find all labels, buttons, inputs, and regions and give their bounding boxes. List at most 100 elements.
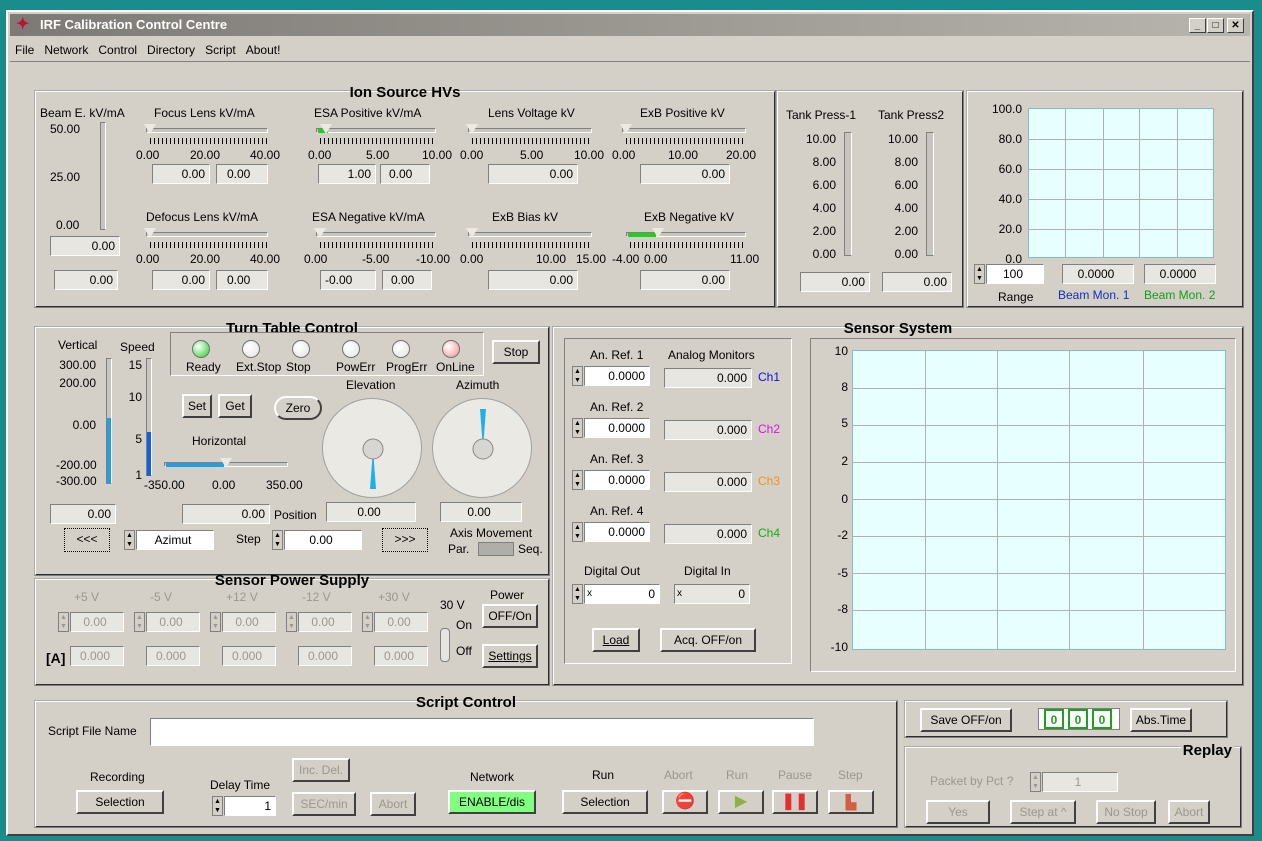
v30-toggle[interactable] [440,628,450,662]
vertical-value[interactable]: 0.00 [50,504,116,524]
exb-neg-value[interactable]: 0.00 [640,270,730,290]
ref-input[interactable]: 0.0000 [584,418,650,438]
exb-bias-value[interactable]: 0.00 [488,270,578,290]
abs-time-button[interactable]: Abs.Time [1130,708,1192,732]
lens-thumb[interactable] [466,124,478,134]
focus-slider[interactable] [146,128,268,133]
ref-input[interactable]: 0.0000 [584,522,650,542]
ref-spinner[interactable]: ▲ ▼ [572,470,583,490]
power-spinner[interactable]: ▲ ▼ [210,612,221,632]
ref-spinner[interactable]: ▲ ▼ [572,418,583,438]
esa-neg-value[interactable]: -0.00 [320,270,376,290]
ref-spinner[interactable]: ▲ ▼ [572,522,583,542]
range-input[interactable]: 100 [986,264,1044,284]
packet-spinner[interactable]: ▲ ▼ [1030,772,1041,792]
replay-abort-button[interactable]: Abort [1168,800,1210,824]
power-value[interactable]: 0.00 [222,612,276,632]
exb-pos-slider[interactable] [622,128,746,133]
run-selection-button[interactable]: Selection [562,790,648,814]
focus-value[interactable]: 0.00 [152,164,210,184]
menu-control[interactable]: Control [93,38,142,62]
close-button[interactable]: ✕ [1227,18,1244,33]
esa-neg-thumb[interactable] [314,228,326,238]
beam-value[interactable]: 0.00 [50,236,120,256]
beam-value2: 0.00 [54,270,118,290]
recording-selection-button[interactable]: Selection [76,790,164,814]
exb-pos-thumb[interactable] [620,124,632,134]
set-button[interactable]: Set [182,394,212,418]
power-spinner[interactable]: ▲ ▼ [362,612,373,632]
exb-bias-slider[interactable] [468,232,592,237]
get-button[interactable]: Get [218,394,252,418]
menu-directory[interactable]: Directory [142,38,200,62]
horizontal-thumb[interactable] [220,458,232,468]
power-value[interactable]: 0.00 [298,612,352,632]
defocus-value[interactable]: 0.00 [152,270,210,290]
power-button[interactable]: OFF/On [482,604,538,628]
replay-no-stop-button[interactable]: No Stop [1096,800,1156,824]
menu-network[interactable]: Network [39,38,93,62]
exb-neg-thumb[interactable] [652,228,664,238]
power-value[interactable]: 0.00 [146,612,200,632]
power-value[interactable]: 0.00 [374,612,428,632]
next-button[interactable]: >>> [382,528,428,552]
packet-input[interactable]: 1 [1042,772,1118,792]
lens-slider[interactable] [468,128,592,133]
elevation-dial[interactable] [322,398,422,498]
settings-button[interactable]: Settings [482,644,538,668]
step-spinner[interactable]: ▲ ▼ [272,530,283,550]
esa-pos-thumb[interactable] [320,124,332,134]
load-button[interactable]: Load [592,628,640,652]
acq-button[interactable]: Acq. OFF/on [660,628,756,652]
ref-spinner[interactable]: ▲ ▼ [572,366,583,386]
inc-del-button[interactable]: Inc. Del. [292,758,350,782]
power-spinner[interactable]: ▲ ▼ [286,612,297,632]
digital-out-input[interactable]: x0 [584,584,660,604]
replay-step-at-button[interactable]: Step at ^ [1010,800,1076,824]
step-input[interactable]: 0.00 [284,530,362,550]
minimize-button[interactable]: _ [1189,18,1206,33]
maximize-button[interactable]: □ [1207,18,1224,33]
power-value[interactable]: 0.00 [70,612,124,632]
step-icon-button[interactable]: ▙ [828,790,874,814]
script-file-input[interactable] [150,718,814,746]
sec-min-button[interactable]: SEC/min [292,792,356,816]
esa-pos-value[interactable]: 1.00 [318,164,376,184]
delay-spinner[interactable]: ▲ ▼ [212,796,223,816]
exb-bias-thumb[interactable] [466,228,478,238]
axis-movement-toggle[interactable] [478,542,514,556]
stop-button[interactable]: Stop [492,340,540,364]
focus-thumb[interactable] [144,124,156,134]
azimuth-dial[interactable] [432,398,532,498]
esa-neg-slider[interactable] [316,232,436,237]
power-spinner[interactable]: ▲ ▼ [58,612,69,632]
horizontal-value[interactable]: 0.00 [182,504,270,524]
defocus-slider[interactable] [146,232,268,237]
menu-file[interactable]: File [10,38,39,62]
range-spinner[interactable]: ▲ ▼ [974,264,985,284]
prev-button[interactable]: <<< [64,528,110,552]
lens-value[interactable]: 0.00 [488,164,578,184]
pause-icon-button[interactable]: ❚❚ [772,790,818,814]
defocus-thumb[interactable] [144,228,156,238]
beam-slider[interactable] [100,122,106,230]
digital-out-spinner[interactable]: ▲ ▼ [572,584,583,604]
script-abort-button[interactable]: Abort [370,792,416,816]
ref-input[interactable]: 0.0000 [584,366,650,386]
vertical-tick: 0.00 [72,418,96,432]
exb-pos-value[interactable]: 0.00 [640,164,730,184]
axis-select[interactable]: Azimut [136,530,214,550]
axis-spinner[interactable]: ▲ ▼ [124,530,135,550]
zero-button[interactable]: Zero [274,396,322,420]
save-button[interactable]: Save OFF/on [920,708,1012,732]
esa-pos-slider[interactable] [316,128,436,133]
network-enable-button[interactable]: ENABLE/dis [448,790,536,814]
power-spinner[interactable]: ▲ ▼ [134,612,145,632]
replay-yes-button[interactable]: Yes [926,800,990,824]
menu-script[interactable]: Script [200,38,241,62]
menu-about[interactable]: About! [241,38,286,62]
delay-input[interactable]: 1 [224,796,276,816]
ref-input[interactable]: 0.0000 [584,470,650,490]
abort-icon-button[interactable]: ⛔ [662,790,708,814]
run-icon-button[interactable]: ▶ [718,790,764,814]
